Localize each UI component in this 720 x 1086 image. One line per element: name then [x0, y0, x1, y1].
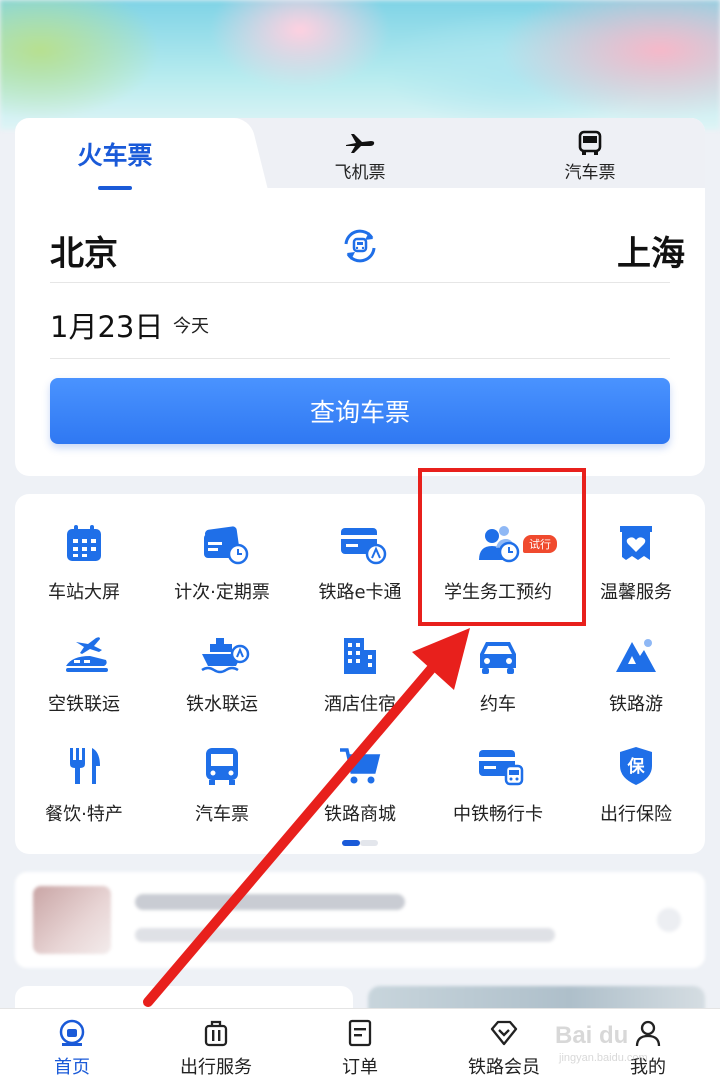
service-label: 铁水联运 [186, 694, 258, 715]
service-care-service[interactable]: 温馨服务 [567, 522, 705, 622]
card-train-icon [338, 522, 387, 566]
plane-train-icon [62, 634, 108, 678]
search-tickets-button[interactable]: 查询车票 [50, 378, 670, 444]
service-rail-mall[interactable]: 铁路商城 [291, 744, 429, 844]
watermark-url: jingyan.baidu.com [559, 1052, 648, 1064]
home-icon [58, 1019, 86, 1047]
service-label: 空铁联运 [48, 694, 120, 715]
service-bus-ticket[interactable]: 汽车票 [153, 744, 291, 844]
service-label: 汽车票 [195, 804, 249, 825]
annotation-highlight-box [418, 468, 586, 626]
baidu-watermark: Bai du jingyan.baidu.com [553, 1020, 713, 1070]
service-hotel[interactable]: 酒店住宿 [291, 634, 429, 734]
airplane-icon [315, 130, 405, 156]
mountain-icon [614, 634, 658, 678]
cart-icon [338, 744, 382, 788]
service-label: 酒店住宿 [324, 694, 396, 715]
service-ride-hailing[interactable]: 约车 [429, 634, 567, 734]
nav-label: 铁路会员 [468, 1057, 540, 1078]
promo-chevron-icon [657, 908, 681, 932]
diamond-icon [490, 1019, 518, 1047]
car-icon [476, 634, 520, 678]
promo-banner[interactable] [15, 872, 705, 968]
service-label: 铁路e卡通 [318, 582, 402, 603]
divider [50, 282, 670, 283]
tab-bus-ticket[interactable]: 汽车票 [545, 130, 635, 183]
nav-label: 订单 [342, 1057, 378, 1078]
tab-train-ticket[interactable]: 火车票 [55, 136, 175, 190]
services-grid: 车站大屏 计次·定期票 铁路e卡通 试行 学生务工预约 温馨服务 空铁联运 铁水… [15, 494, 705, 854]
service-rail-ecard[interactable]: 铁路e卡通 [291, 522, 429, 622]
shield-icon: 保 [614, 744, 658, 788]
luggage-icon [202, 1019, 230, 1047]
nav-travel-service[interactable]: 出行服务 [151, 1019, 281, 1079]
nav-label: 首页 [54, 1057, 90, 1078]
tab-active-indicator [98, 186, 132, 190]
service-station-screen[interactable]: 车站大屏 [15, 522, 153, 622]
page-indicator [342, 840, 378, 846]
card-train2-icon [476, 744, 524, 788]
service-rail-travel[interactable]: 铁路游 [567, 634, 705, 734]
tab-plane-ticket[interactable]: 飞机票 [315, 130, 405, 183]
ticket-clock-icon [200, 522, 249, 566]
service-label: 温馨服务 [600, 582, 672, 603]
service-label: 铁路游 [609, 694, 663, 715]
nav-orders[interactable]: 订单 [295, 1019, 425, 1079]
service-label: 车站大屏 [48, 582, 120, 603]
page-dot-active [342, 840, 360, 846]
document-icon [346, 1019, 374, 1047]
departure-date[interactable]: 1月23日 [50, 304, 163, 346]
service-food-specialty[interactable]: 餐饮·特产 [15, 744, 153, 844]
page-dot [360, 840, 378, 846]
service-label: 餐饮·特产 [45, 804, 123, 825]
top-banner[interactable] [0, 0, 720, 130]
nav-label: 出行服务 [180, 1057, 252, 1078]
promo-title-blurred [135, 894, 405, 910]
promo-subtitle-blurred [135, 928, 555, 942]
service-travel-insurance[interactable]: 保 出行保险 [567, 744, 705, 844]
svg-text:保: 保 [627, 756, 646, 777]
ticket-search-card: 火车票 飞机票 汽车票 北京 上海 1月23日 今天 查询车票 [15, 118, 705, 476]
tab-train-label: 火车票 [77, 141, 153, 170]
service-crt-card[interactable]: 中铁畅行卡 [429, 744, 567, 844]
ship-icon [200, 634, 250, 678]
tab-bus-label: 汽车票 [564, 163, 616, 183]
service-label: 中铁畅行卡 [453, 804, 543, 825]
date-today-label: 今天 [173, 316, 209, 337]
heart-bag-icon [614, 522, 658, 566]
service-label: 计次·定期票 [174, 582, 270, 603]
service-air-rail[interactable]: 空铁联运 [15, 634, 153, 734]
swap-icon[interactable] [338, 224, 382, 268]
building-icon [338, 634, 382, 678]
service-rail-water[interactable]: 铁水联运 [153, 634, 291, 734]
nav-home[interactable]: 首页 [7, 1019, 137, 1079]
service-periodic-ticket[interactable]: 计次·定期票 [153, 522, 291, 622]
bus-front-icon [200, 744, 244, 788]
calendar-icon [62, 522, 106, 566]
watermark-text: Bai du [555, 1022, 629, 1049]
promo-thumbnail [33, 886, 111, 954]
cutlery-icon [62, 744, 106, 788]
bus-icon [545, 130, 635, 156]
service-label: 出行保险 [600, 804, 672, 825]
tab-plane-label: 飞机票 [334, 163, 386, 183]
service-label: 铁路商城 [324, 804, 396, 825]
departure-city[interactable]: 北京 [50, 226, 118, 275]
divider [50, 358, 670, 359]
arrival-city[interactable]: 上海 [617, 226, 685, 275]
nav-rail-member[interactable]: 铁路会员 [439, 1019, 569, 1079]
service-label: 约车 [480, 694, 516, 715]
